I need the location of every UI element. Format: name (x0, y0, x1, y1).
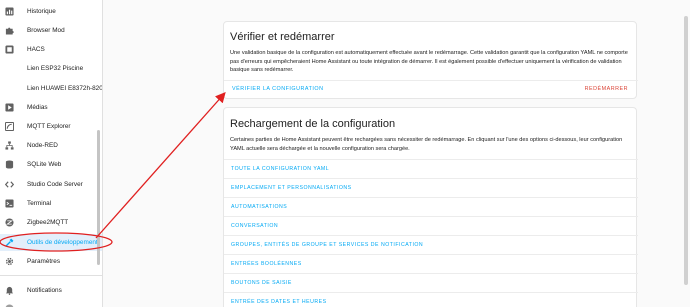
sidebar-item-user[interactable] (0, 300, 102, 307)
sidebar-item-label: Historique (27, 8, 56, 15)
reload-item[interactable]: Automatisations (224, 197, 638, 216)
sidebar-item-sqlite-web[interactable]: SQLite Web (0, 156, 102, 173)
sidebar-item-label: MQTT Explorer (27, 123, 71, 130)
card-title: Rechargement de la configuration (230, 118, 396, 130)
annotation-arrow (95, 92, 226, 239)
chart-box-icon (5, 7, 14, 16)
reload-item-label: Emplacement et personnalisations (231, 185, 352, 191)
sidebar-item-mqtt-explorer[interactable]: MQTT Explorer (0, 118, 102, 135)
sidebar-item-browser-mod[interactable]: Browser Mod (0, 22, 102, 39)
reload-item[interactable]: Entrée des dates et heures (224, 292, 638, 307)
sidebar-item-notifications[interactable]: Notifications (0, 282, 102, 299)
sidebar-item-label: SQLite Web (27, 161, 62, 168)
card-title: Vérifier et redémarrer (230, 31, 335, 43)
hammer-icon (5, 238, 14, 247)
sitemap-icon (5, 141, 14, 150)
card-actions-divider (224, 80, 638, 81)
reload-item[interactable]: Conversation (224, 216, 638, 235)
zigbee-icon (5, 218, 14, 227)
sidebar-item-terminal[interactable]: Terminal (0, 195, 102, 212)
reload-item[interactable]: Entrées booléennes (224, 254, 638, 273)
sidebar-item-label: Paramètres (27, 258, 61, 265)
sidebar-item-esp32[interactable]: Lien ESP32 Piscine (0, 60, 102, 77)
sidebar-divider (0, 275, 102, 276)
verify-restart-card: Vérifier et redémarrer Une validation ba… (223, 21, 638, 99)
sidebar-item-studio-code-server[interactable]: Studio Code Server (0, 176, 102, 193)
sidebar-item-label: Studio Code Server (27, 181, 83, 188)
reload-item[interactable]: Emplacement et personnalisations (224, 178, 638, 197)
sidebar-item-label: HACS (27, 46, 45, 53)
reload-item-label: Toute la configuration YAML (231, 166, 330, 172)
reload-item-label: Groupes, entités de groupe et services d… (231, 242, 424, 248)
sidebar-item-label: Terminal (27, 200, 52, 207)
cog-icon (5, 257, 14, 266)
reload-item-label: Conversation (231, 223, 279, 229)
mqtt-icon (5, 122, 14, 131)
sidebar-item-parametres[interactable]: Paramètres (0, 253, 102, 270)
reload-config-card: Rechargement de la configuration Certain… (223, 107, 638, 307)
play-box-icon (5, 103, 14, 112)
puzzle-icon (5, 26, 14, 35)
sidebar-item-label: Node-RED (27, 142, 58, 149)
reload-item[interactable]: Groupes, entités de groupe et services d… (224, 235, 638, 254)
sidebar-item-label: Médias (27, 104, 48, 111)
sidebar-item-node-red[interactable]: Node-RED (0, 137, 102, 154)
sidebar-item-medias[interactable]: Médias (0, 99, 102, 116)
sidebar-item-outils-de-developpement[interactable]: Outils de développement (0, 234, 102, 251)
sidebar: Historique Browser Mod HACS Lien ESP32 P… (0, 0, 103, 307)
sidebar-item-hacs[interactable]: HACS (0, 41, 102, 58)
sidebar-item-label: Outils de développement (27, 239, 98, 246)
main-scrollbar[interactable] (684, 16, 688, 285)
hacs-icon (5, 45, 14, 54)
reload-item[interactable]: Toute la configuration YAML (224, 159, 638, 178)
reload-item-label: Entrée des dates et heures (231, 299, 327, 305)
sidebar-item-label: Browser Mod (27, 27, 65, 34)
reload-item[interactable]: Boutons de saisie (224, 273, 638, 292)
bell-icon (5, 286, 14, 295)
restart-button[interactable]: Redémarrer (585, 86, 628, 92)
sidebar-item-huawei[interactable]: Lien HUAWEI E8372h-820 (0, 80, 103, 97)
sidebar-item-label: Lien HUAWEI E8372h-820 (27, 85, 103, 92)
code-icon (5, 180, 14, 189)
check-config-button[interactable]: Vérifier la configuration (232, 86, 323, 92)
reload-item-label: Automatisations (231, 204, 288, 210)
sidebar-item-label: Notifications (27, 287, 62, 294)
sidebar-scrollbar[interactable] (97, 130, 100, 265)
card-description: Certaines parties de Home Assistant peuv… (230, 137, 623, 152)
card-description: Une validation basique de la configurati… (230, 50, 628, 73)
sidebar-item-label: Lien ESP32 Piscine (27, 65, 84, 72)
sidebar-item-zigbee2mqtt[interactable]: Zigbee2MQTT (0, 214, 102, 231)
reload-item-label: Entrées booléennes (231, 261, 302, 267)
reload-item-label: Boutons de saisie (231, 280, 292, 286)
sidebar-item-label: Zigbee2MQTT (27, 219, 69, 226)
database-icon (5, 160, 14, 169)
console-icon (5, 199, 14, 208)
sidebar-item-historique[interactable]: Historique (0, 3, 102, 20)
